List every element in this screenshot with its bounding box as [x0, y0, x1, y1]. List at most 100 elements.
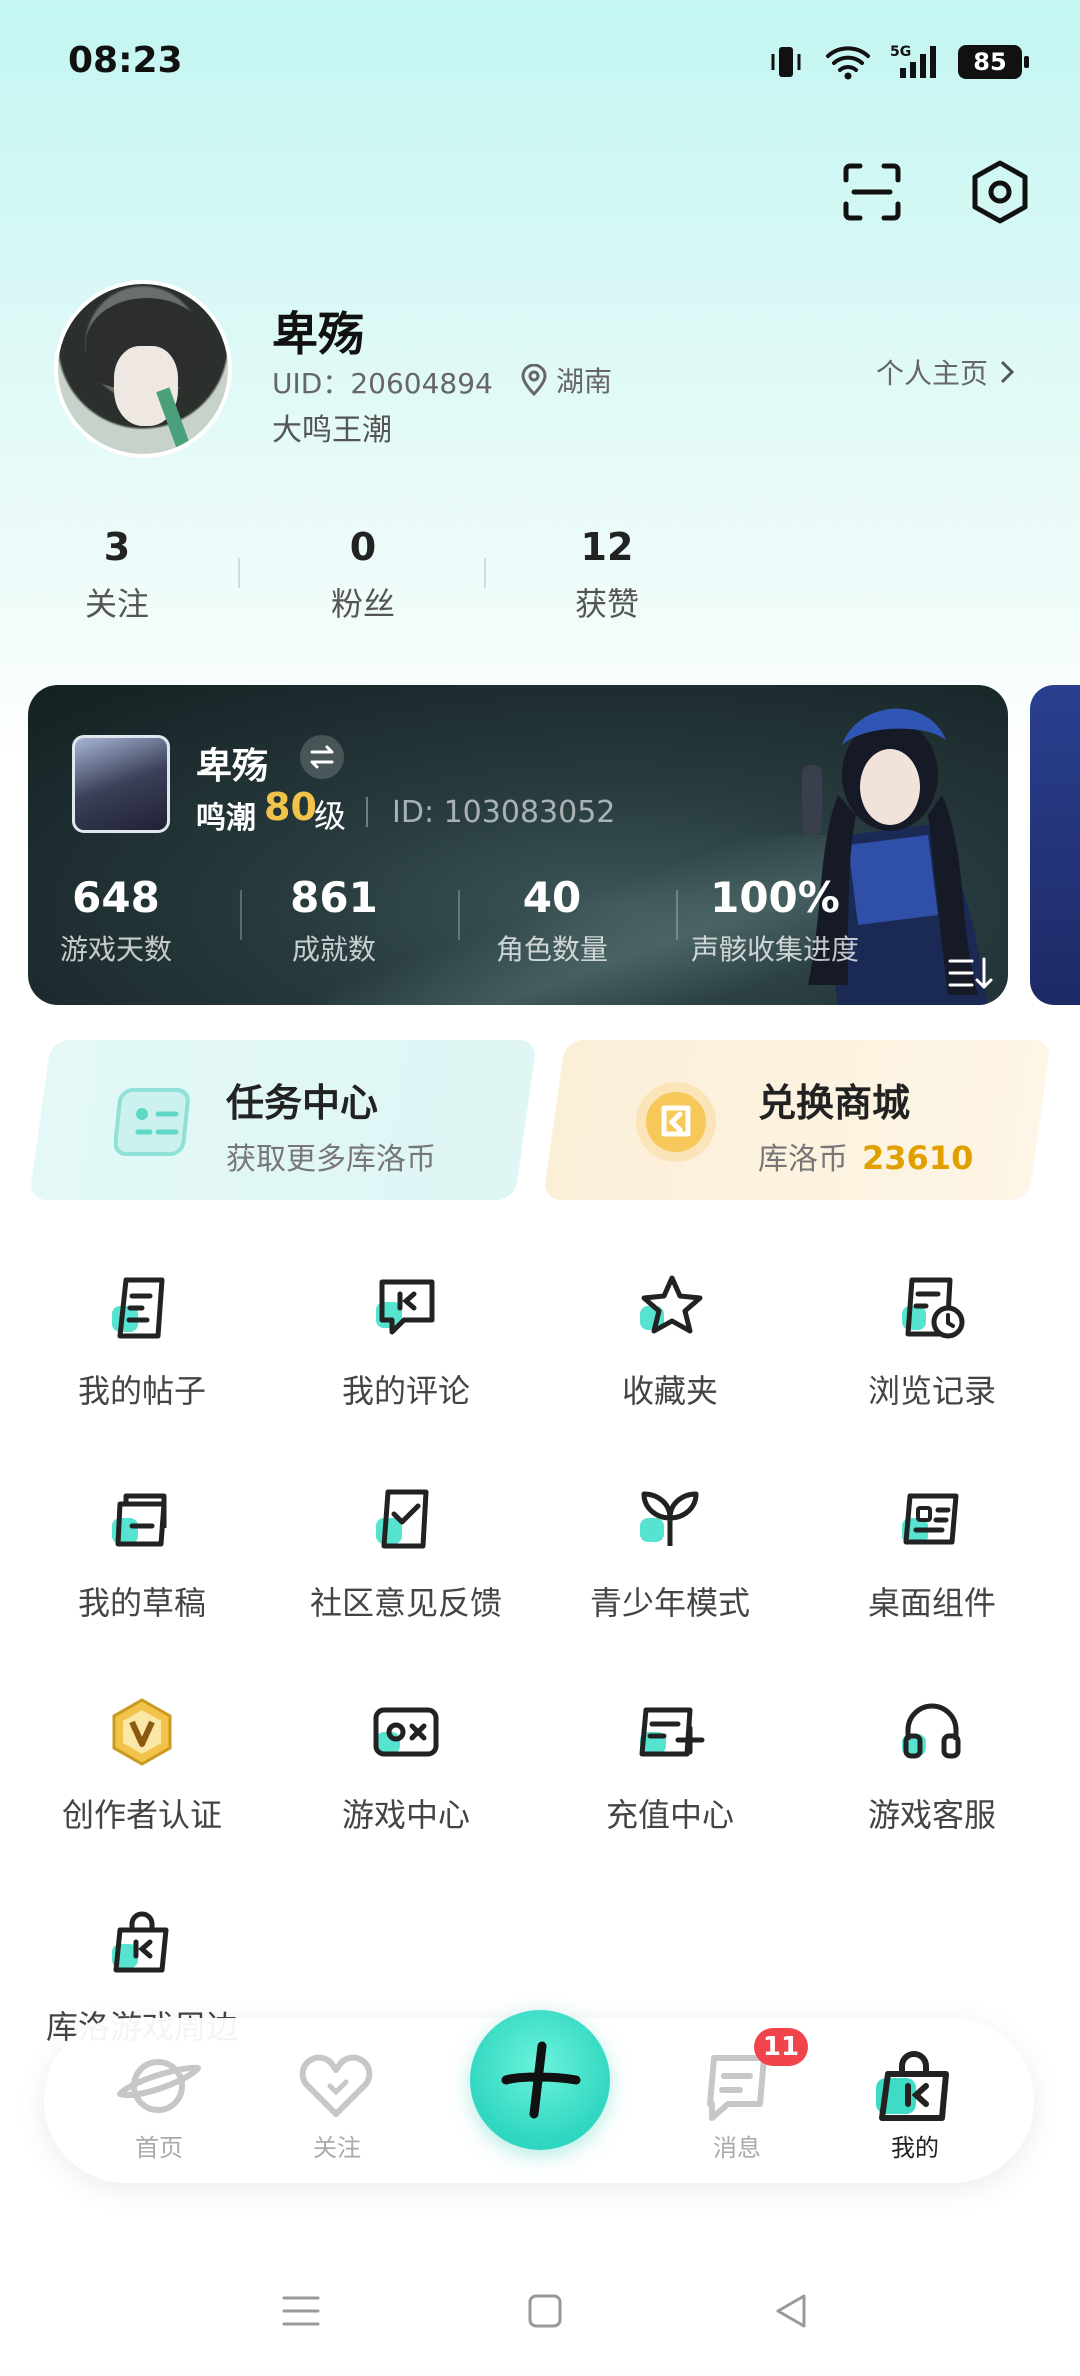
star-icon	[640, 1275, 703, 1334]
nav-label: 我的	[891, 2134, 939, 2162]
nav-me[interactable]: 我的	[840, 2048, 990, 2163]
draft-icon	[112, 1493, 167, 1547]
menu-icon[interactable]	[278, 2288, 324, 2334]
shopping-bag-icon	[112, 1911, 169, 1973]
game-stat-label: 角色数量	[495, 933, 608, 966]
grid-label: 社区意见反馈	[309, 1584, 502, 1622]
grid-label: 我的草稿	[77, 1584, 206, 1622]
game-nickname: 卑殇	[196, 746, 269, 787]
plus-icon	[501, 2041, 581, 2119]
grid-label: 青少年模式	[589, 1584, 750, 1622]
stat-divider	[484, 558, 486, 588]
vibrate-icon	[771, 47, 801, 77]
home-button-icon[interactable]	[522, 2288, 568, 2334]
user-name: 卑殇	[272, 307, 364, 361]
grid-recharge-center[interactable]: 充值中心	[538, 1696, 802, 1886]
homepage-label: 个人主页	[876, 357, 989, 390]
grid-browse-history[interactable]: 浏览记录	[800, 1272, 1064, 1462]
chevron-right-icon	[1000, 360, 1015, 384]
game-title: 鸣潮	[196, 801, 256, 836]
next-game-card[interactable]	[1030, 685, 1080, 1005]
task-center-title: 任务中心	[226, 1081, 379, 1125]
message-badge: 11	[754, 2028, 808, 2066]
feedback-icon	[376, 1489, 429, 1549]
game-level-unit: 级	[314, 797, 347, 835]
widget-icon	[902, 1493, 959, 1545]
grid-label: 游戏中心	[341, 1796, 470, 1834]
wifi-icon	[826, 46, 870, 80]
game-avatar	[72, 735, 170, 833]
switch-account-icon[interactable]	[300, 735, 344, 779]
svg-text:5G: 5G	[890, 44, 911, 60]
personal-homepage-link[interactable]: 个人主页	[876, 352, 1015, 392]
status-icons: 5G 85	[766, 42, 1029, 82]
grid-teen-mode[interactable]: 青少年模式	[538, 1484, 802, 1674]
scan-icon[interactable]	[840, 160, 904, 224]
grid-label: 我的评论	[341, 1372, 470, 1410]
task-center-card[interactable]: 任务中心 获取更多库洛币	[24, 1030, 542, 1210]
game-account-card[interactable]: 卑殇 鸣潮 80 级 ID: 103083052 648 游戏天数 861 成就…	[28, 685, 1008, 1005]
divider	[366, 797, 368, 827]
game-stat-characters: 40 角色数量	[452, 873, 652, 968]
location-text: 湖南	[556, 365, 613, 398]
nav-label: 消息	[713, 2134, 761, 2162]
grid-label: 浏览记录	[867, 1372, 996, 1410]
grid-desktop-widget[interactable]: 桌面组件	[800, 1484, 1064, 1674]
gamepad-icon	[373, 1707, 439, 1757]
stat-following[interactable]: 3 关注	[32, 525, 202, 625]
stat-value: 0	[349, 525, 377, 569]
nav-label: 关注	[313, 2134, 361, 2162]
post-icon	[112, 1277, 165, 1339]
stat-label: 关注	[84, 585, 149, 623]
grid-label: 收藏夹	[621, 1372, 718, 1410]
nav-follow[interactable]: 关注	[262, 2048, 412, 2163]
game-stat-value: 40	[522, 873, 582, 922]
avatar[interactable]	[54, 280, 232, 458]
grid-creator-verify[interactable]: 创作者认证	[10, 1696, 274, 1886]
game-stat-label: 游戏天数	[59, 933, 172, 966]
grid-game-support[interactable]: 游戏客服	[800, 1696, 1064, 1886]
stat-label: 获赞	[574, 585, 639, 623]
settings-icon[interactable]	[966, 158, 1034, 226]
stat-label: 粉丝	[330, 585, 395, 623]
nav-label: 首页	[135, 2134, 183, 2162]
user-location: 湖南	[520, 360, 612, 400]
game-stat-value: 648	[72, 873, 160, 922]
signal-5g-icon: 5G	[890, 44, 936, 78]
nav-home[interactable]: 首页	[84, 2048, 234, 2163]
back-icon[interactable]	[768, 2288, 814, 2334]
game-stat-value: 100%	[710, 873, 840, 922]
status-time: 08:23	[68, 40, 183, 81]
stat-likes[interactable]: 12 获赞	[522, 525, 692, 625]
coin-balance: 23610	[862, 1139, 974, 1177]
exchange-shop-subtitle: 库洛币 23610	[758, 1134, 973, 1178]
grid-community-feedback[interactable]: 社区意见反馈	[274, 1484, 538, 1674]
grid-game-center[interactable]: 游戏中心	[274, 1696, 538, 1886]
task-center-subtitle: 获取更多库洛币	[226, 1142, 436, 1177]
headset-icon	[902, 1703, 961, 1759]
heart-icon	[299, 2054, 373, 2117]
stat-fans[interactable]: 0 粉丝	[278, 525, 448, 625]
history-icon	[902, 1277, 965, 1339]
wallet-add-icon	[639, 1707, 705, 1757]
game-stat-label: 声骸收集进度	[690, 933, 859, 966]
create-post-button[interactable]	[470, 2010, 610, 2150]
planet-icon	[117, 2059, 201, 2113]
location-pin-icon	[521, 364, 547, 396]
game-stat-achievements: 861 成就数	[234, 873, 434, 968]
grid-favorites[interactable]: 收藏夹	[538, 1272, 802, 1462]
game-stat-days: 648 游戏天数	[28, 873, 216, 968]
battery-indicator: 85	[958, 45, 1029, 79]
sort-list-icon[interactable]	[946, 953, 994, 993]
task-list-icon	[114, 1088, 190, 1156]
grid-label: 桌面组件	[867, 1584, 996, 1622]
grid-label: 我的帖子	[77, 1372, 206, 1410]
exchange-shop-title: 兑换商城	[758, 1081, 911, 1125]
grid-my-posts[interactable]: 我的帖子	[10, 1272, 274, 1462]
exchange-shop-card[interactable]: 兑换商城 库洛币 23610	[538, 1030, 1056, 1210]
stat-divider	[238, 558, 240, 588]
kuro-coin-icon	[636, 1082, 716, 1162]
grid-my-comments[interactable]: 我的评论	[274, 1272, 538, 1462]
grid-my-drafts[interactable]: 我的草稿	[10, 1484, 274, 1674]
grid-label: 游戏客服	[867, 1796, 996, 1834]
